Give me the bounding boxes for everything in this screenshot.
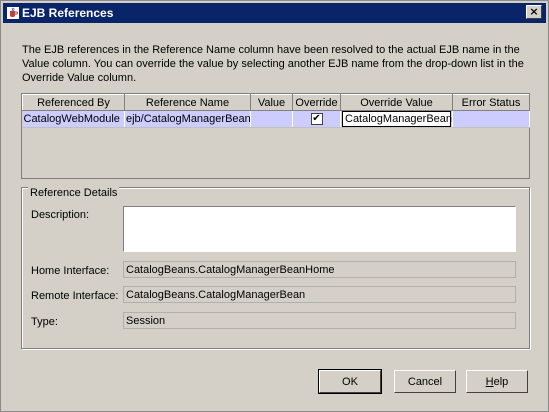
references-grid: Referenced By Reference Name Value Overr… <box>22 94 530 128</box>
type-field: Session <box>123 312 516 329</box>
override-value-dropdown[interactable]: CatalogManagerBean <box>342 111 452 127</box>
close-button[interactable]: × <box>526 5 542 19</box>
close-icon: × <box>529 5 539 18</box>
home-interface-label: Home Interface: <box>31 265 110 277</box>
column-header-error-status[interactable]: Error Status <box>452 94 530 111</box>
cell-override[interactable]: ✔ <box>292 110 341 128</box>
cancel-button[interactable]: Cancel <box>394 370 456 393</box>
reference-details-legend: Reference Details <box>28 187 120 199</box>
cancel-button-label: Cancel <box>407 375 443 388</box>
home-interface-field: CatalogBeans.CatalogManagerBeanHome <box>123 261 516 278</box>
references-table[interactable]: Referenced By Reference Name Value Overr… <box>21 93 530 179</box>
description-textarea[interactable] <box>123 206 516 252</box>
dialog-title: EJB References <box>22 6 114 20</box>
help-button-label: Help <box>486 376 509 388</box>
java-cup-icon <box>7 7 19 19</box>
column-header-override[interactable]: Override <box>292 94 341 111</box>
remote-interface-field: CatalogBeans.CatalogManagerBean <box>123 286 516 303</box>
table-header-row: Referenced By Reference Name Value Overr… <box>22 94 530 111</box>
remote-interface-label: Remote Interface: <box>31 290 119 302</box>
column-header-override-value[interactable]: Override Value <box>340 94 453 111</box>
column-header-referenced-by[interactable]: Referenced By <box>22 94 125 111</box>
ejb-references-dialog: EJB References × The EJB references in t… <box>0 0 549 412</box>
help-mnemonic: H <box>485 375 494 388</box>
table-row[interactable]: CatalogWebModule ejb/CatalogManagerBean … <box>22 110 530 128</box>
column-header-reference-name[interactable]: Reference Name <box>124 94 251 111</box>
ok-button[interactable]: OK <box>318 369 382 394</box>
title-bar[interactable]: EJB References × <box>3 3 546 23</box>
override-checkbox[interactable]: ✔ <box>310 113 323 126</box>
column-header-value[interactable]: Value <box>250 94 293 111</box>
instructions-text: The EJB references in the Reference Name… <box>22 44 524 84</box>
cell-referenced-by[interactable]: CatalogWebModule <box>22 110 125 128</box>
cell-reference-name[interactable]: ejb/CatalogManagerBean <box>124 110 251 128</box>
type-label: Type: <box>31 316 58 328</box>
help-button[interactable]: Help <box>466 370 528 393</box>
description-label: Description: <box>31 209 90 221</box>
ok-button-label: OK <box>342 375 358 388</box>
cell-override-value[interactable]: CatalogManagerBean <box>340 110 453 128</box>
cell-value[interactable] <box>250 110 293 128</box>
help-label-rest: elp <box>493 375 509 388</box>
cell-error-status <box>452 110 530 128</box>
